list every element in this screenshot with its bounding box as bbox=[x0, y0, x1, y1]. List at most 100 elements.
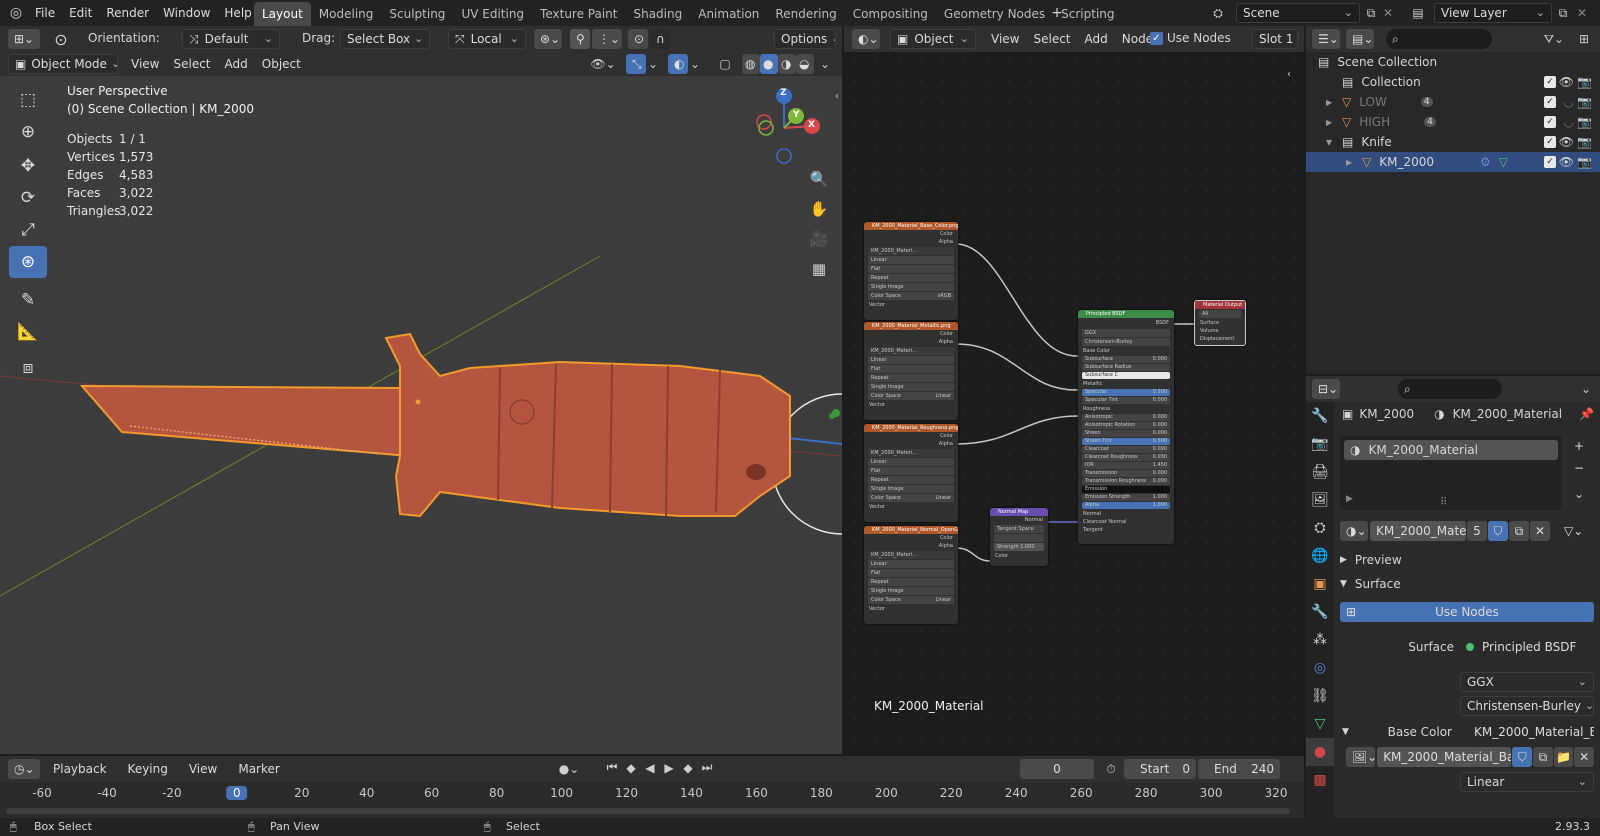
shading-solid-button[interactable]: ● bbox=[760, 54, 778, 74]
interpolation-dropdown[interactable]: Linear bbox=[1460, 772, 1594, 792]
material-slot-list[interactable]: ◑ KM_2000_Material ⠿ ▶ bbox=[1340, 436, 1562, 510]
image-browse-button[interactable]: 🖼⌄ bbox=[1346, 747, 1376, 767]
move-tool[interactable]: ✥ bbox=[9, 150, 47, 182]
modifier-tab[interactable]: 🔧 bbox=[1306, 598, 1334, 626]
normal-map-node[interactable]: Normal Map Normal Tangent Space Strength… bbox=[990, 508, 1048, 566]
outliner-type-button[interactable]: ☰⌄ bbox=[1312, 29, 1340, 49]
principled-bsdf-node[interactable]: Principled BSDF BSDF GGX Christensen-Bur… bbox=[1078, 310, 1174, 544]
fake-user-button[interactable]: ⛉ bbox=[1488, 521, 1508, 541]
color-space-field[interactable]: Color Space Linear bbox=[868, 494, 954, 502]
bsdf-input-transmission-roughness[interactable]: Transmission Roughness 0.000 bbox=[1082, 478, 1170, 485]
outliner-search-field[interactable]: ⌕ bbox=[1386, 29, 1492, 49]
distribution-dropdown[interactable]: GGX bbox=[1460, 672, 1594, 692]
mode-dropdown[interactable]: ▣ Object Mode bbox=[8, 54, 118, 74]
color-space-field[interactable]: Color Space sRGB bbox=[868, 292, 954, 300]
timeline-menu-playback[interactable]: Playback bbox=[46, 757, 121, 781]
unlink-material-button[interactable]: ✕ bbox=[1530, 521, 1550, 541]
material-browse-button[interactable]: ◑⌄ bbox=[1340, 521, 1368, 541]
physics-tab[interactable]: ◎ bbox=[1306, 654, 1334, 682]
outliner-row[interactable]: ▶ ▽ HIGH 4 ✓ ◡ 📷 bbox=[1306, 112, 1600, 132]
list-resize-handle[interactable]: ⠿ bbox=[1440, 497, 1447, 508]
snap-toggle[interactable]: ⚲ bbox=[570, 29, 590, 49]
jump-start-icon[interactable]: ⏮ bbox=[604, 760, 620, 775]
bsdf-input-alpha[interactable]: Alpha 1.000 bbox=[1082, 502, 1170, 509]
bsdf-input-clearcoat-normal[interactable]: Clearcoat Normal bbox=[1078, 518, 1174, 526]
subsurface-method-field[interactable]: Christensen-Burley bbox=[1082, 338, 1170, 346]
shading-rendered-button[interactable]: ◒ bbox=[796, 54, 814, 74]
next-keyframe-icon[interactable]: ◆ bbox=[680, 760, 696, 775]
filter-icon[interactable]: ⛛⌄ bbox=[1540, 30, 1568, 48]
record-icon[interactable]: ●⌄ bbox=[556, 760, 582, 778]
shading-material-button[interactable]: ◑ bbox=[778, 54, 796, 74]
image-name-field[interactable]: KM_2000_Material_Bas... bbox=[1377, 747, 1512, 767]
prev-keyframe-icon[interactable]: ◆ bbox=[623, 760, 639, 775]
start-frame-field[interactable]: Start 0 bbox=[1124, 759, 1196, 779]
eye-icon[interactable]: 👁 bbox=[1559, 155, 1574, 169]
bsdf-input-roughness[interactable]: Roughness bbox=[1078, 405, 1174, 413]
texture-option-field[interactable]: Repeat bbox=[868, 274, 954, 282]
pivot-dropdown[interactable]: ⤧ Local bbox=[448, 29, 526, 49]
eye-icon[interactable]: 👁 bbox=[1559, 75, 1574, 89]
current-frame-marker[interactable]: 0 bbox=[226, 786, 248, 800]
cursor-tool[interactable]: ⊕ bbox=[9, 116, 47, 148]
image-open-button[interactable]: 📁 bbox=[1553, 747, 1574, 767]
new-view-layer-icon[interactable]: ⧉ bbox=[1554, 4, 1572, 22]
surface-shader-field[interactable]: Principled BSDF bbox=[1460, 637, 1594, 657]
bsdf-input-tangent[interactable]: Tangent bbox=[1078, 526, 1174, 534]
texture-option-field[interactable]: Single Image bbox=[868, 383, 954, 391]
pan-hand-icon[interactable]: ✋ bbox=[808, 198, 830, 220]
scene-collection-row[interactable]: ▤ Scene Collection bbox=[1306, 52, 1600, 72]
tab-texture-paint[interactable]: Texture Paint bbox=[532, 2, 625, 26]
render-camera-icon[interactable]: 📷 bbox=[1577, 95, 1592, 109]
surface-panel-header[interactable]: ▼ Surface bbox=[1340, 574, 1594, 594]
active-tool-icon[interactable]: ⊙ bbox=[50, 28, 72, 50]
proportional-falloff-button[interactable]: ∩ bbox=[650, 29, 670, 49]
use-nodes-button[interactable]: ⊞ Use Nodes bbox=[1340, 602, 1594, 622]
view-layer-selector[interactable]: View Layer bbox=[1434, 3, 1552, 23]
world-tab[interactable]: 🌐 bbox=[1306, 542, 1334, 570]
node-sidebar-toggle-icon[interactable]: ‹ bbox=[1284, 66, 1294, 82]
viewport-menu-select[interactable]: Select bbox=[166, 52, 217, 76]
bsdf-input-normal[interactable]: Normal bbox=[1078, 510, 1174, 518]
output-target-field[interactable]: All bbox=[1199, 310, 1241, 318]
hidden-eye-icon[interactable]: ◡ bbox=[1564, 95, 1574, 109]
render-camera-icon[interactable]: 📷 bbox=[1577, 115, 1592, 129]
timeline-scrollbar[interactable] bbox=[6, 808, 1290, 814]
select-box-tool[interactable]: ⬚ bbox=[9, 84, 47, 116]
texture-option-field[interactable]: Repeat bbox=[868, 374, 954, 382]
scene-selector[interactable]: Scene bbox=[1236, 3, 1360, 23]
image-duplicate-button[interactable]: ⧉ bbox=[1533, 747, 1553, 767]
slot-specials-button[interactable]: ⌄ bbox=[1568, 484, 1590, 504]
current-frame-field[interactable]: 0 bbox=[1020, 759, 1094, 779]
blender-logo-icon[interactable]: ◎ bbox=[6, 3, 26, 23]
material-output-node[interactable]: Material Output All Surface Volume Displac… bbox=[1194, 300, 1246, 346]
expanded-arrow-icon[interactable]: ▼ bbox=[1326, 138, 1340, 147]
viewport-menu-object[interactable]: Object bbox=[255, 52, 308, 76]
normal-space-field[interactable]: Tangent Space bbox=[994, 525, 1044, 533]
users-count[interactable]: 5 bbox=[1467, 521, 1487, 541]
collapsed-arrow-icon[interactable]: ▶ bbox=[1346, 158, 1360, 167]
list-expand-icon[interactable]: ▶ bbox=[1346, 494, 1353, 504]
bsdf-input-subsurface[interactable]: Subsurface 0.000 bbox=[1082, 356, 1170, 363]
bsdf-input-metallic[interactable]: Metallic bbox=[1078, 380, 1174, 388]
jump-end-icon[interactable]: ⏭ bbox=[699, 760, 715, 775]
new-collection-icon[interactable]: ⊞ bbox=[1574, 30, 1594, 48]
texture-option-field[interactable]: Linear bbox=[868, 458, 954, 466]
base-color-expand-icon[interactable]: ▼ bbox=[1342, 727, 1349, 737]
bsdf-input-sheen-tint[interactable]: Sheen Tint 0.500 bbox=[1082, 438, 1170, 445]
exclude-checkbox-icon[interactable]: ✓ bbox=[1544, 136, 1556, 148]
texture-option-field[interactable]: Flat bbox=[868, 365, 954, 373]
render-camera-icon[interactable]: 📷 bbox=[1577, 155, 1592, 169]
gizmo-menu-icon[interactable]: ⌄ bbox=[646, 55, 660, 73]
texture-image-field[interactable]: KM_2000_Materi... bbox=[868, 449, 954, 457]
pin-icon[interactable]: 📌 bbox=[1579, 407, 1594, 421]
constraints-tab[interactable]: ⛓ bbox=[1306, 682, 1334, 710]
texture-option-field[interactable]: Linear bbox=[868, 356, 954, 364]
image-fake-user-button[interactable]: ⛉ bbox=[1512, 747, 1533, 767]
zoom-icon[interactable]: 🔍 bbox=[808, 168, 830, 190]
annotate-tool[interactable]: ✎ bbox=[9, 284, 47, 316]
add-slot-button[interactable]: + bbox=[1568, 436, 1590, 456]
texture-option-field[interactable]: Repeat bbox=[868, 578, 954, 586]
tab-rendering[interactable]: Rendering bbox=[767, 2, 844, 26]
tab-animation[interactable]: Animation bbox=[690, 2, 767, 26]
